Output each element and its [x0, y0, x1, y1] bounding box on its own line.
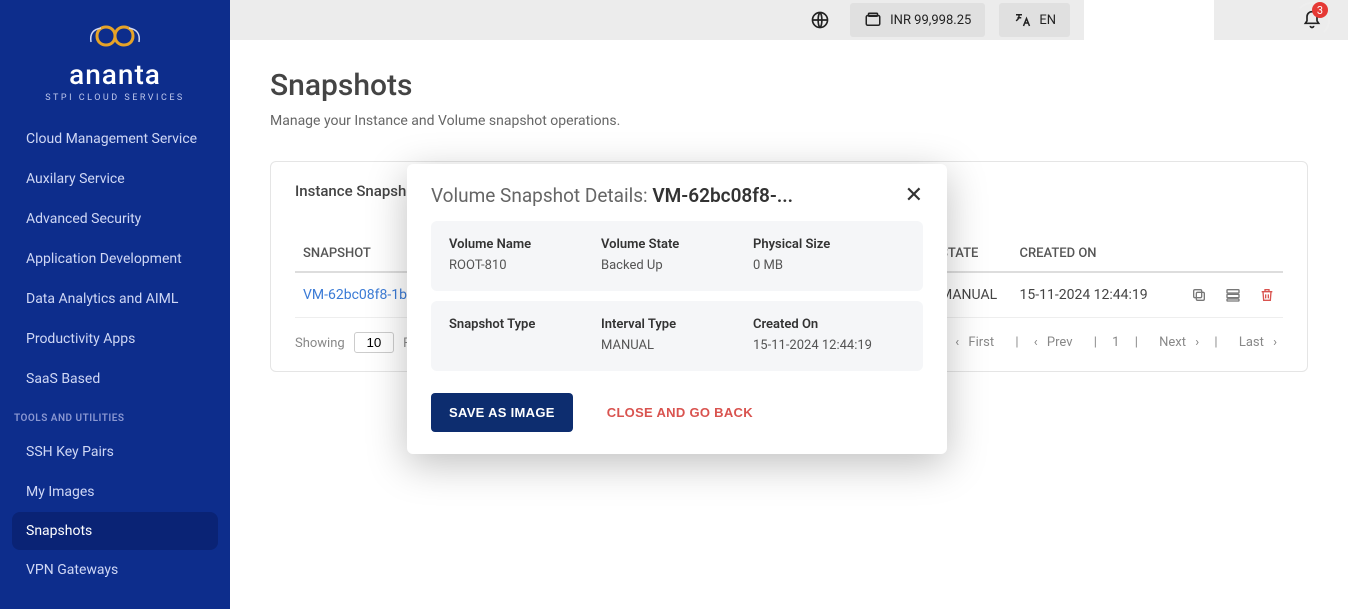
globe-icon[interactable]	[804, 4, 836, 36]
sidebar: ananta STPI CLOUD SERVICES Cloud Managem…	[0, 0, 230, 609]
sidebar-item-app-dev[interactable]: Application Development	[0, 239, 230, 279]
info-interval-type: Interval Type MANUAL	[601, 317, 753, 353]
modal-header: Volume Snapshot Details: VM-62bc08f8-...…	[431, 184, 923, 207]
info-volume-state: Volume State Backed Up	[601, 237, 753, 273]
pager-prev[interactable]: ‹ Prev	[1028, 335, 1085, 350]
notifications-badge: 3	[1312, 2, 1328, 18]
modal-title-prefix: Volume Snapshot Details:	[431, 184, 652, 207]
pager: ‹ First | ‹ Prev | 1 | Next › | Last ›	[949, 335, 1283, 350]
info-card-1: Volume Name ROOT-810 Volume State Backed…	[431, 221, 923, 291]
brand-logo: ananta STPI CLOUD SERVICES	[0, 16, 230, 103]
language-value: EN	[1039, 13, 1056, 28]
volume-snapshot-modal: Volume Snapshot Details: VM-62bc08f8-...…	[407, 164, 947, 454]
pager-next[interactable]: Next ›	[1147, 335, 1205, 350]
sidebar-item-data-analytics[interactable]: Data Analytics and AIML	[0, 279, 230, 319]
sidebar-item-snapshots[interactable]: Snapshots	[12, 512, 218, 550]
sidebar-item-cloud-mgmt[interactable]: Cloud Management Service	[0, 119, 230, 159]
sidebar-item-productivity[interactable]: Productivity Apps	[0, 319, 230, 359]
delete-icon[interactable]	[1259, 287, 1275, 303]
cell-created: 15-11-2024 12:44:19	[1012, 272, 1183, 318]
info-volume-name: Volume Name ROOT-810	[449, 237, 601, 273]
storage-icon[interactable]	[1225, 287, 1241, 303]
close-and-go-back-button[interactable]: CLOSE AND GO BACK	[601, 404, 759, 421]
row-actions	[1191, 287, 1275, 303]
modal-actions: SAVE AS IMAGE CLOSE AND GO BACK	[431, 393, 923, 432]
sidebar-item-my-images[interactable]: My Images	[0, 472, 230, 512]
balance-value: INR 99,998.25	[890, 13, 971, 28]
save-as-image-button[interactable]: SAVE AS IMAGE	[431, 393, 573, 432]
header-bar: INR 99,998.25 EN 3	[230, 0, 1348, 40]
sidebar-item-advanced-security[interactable]: Advanced Security	[0, 199, 230, 239]
pager-first[interactable]: ‹ First	[949, 335, 1006, 350]
sidebar-heading-tools: TOOLS AND UTILITIES	[0, 399, 230, 432]
sidebar-item-vpn-gateways[interactable]: VPN Gateways	[0, 550, 230, 590]
info-snapshot-type: Snapshot Type	[449, 317, 601, 353]
col-created-on: CREATED ON	[1012, 236, 1183, 272]
close-icon[interactable]: ✕	[905, 185, 923, 207]
info-created-on: Created On 15-11-2024 12:44:19	[753, 317, 905, 353]
page-subtitle: Manage your Instance and Volume snapshot…	[270, 113, 1308, 129]
page-title: Snapshots	[270, 68, 1308, 103]
brand-tagline: STPI CLOUD SERVICES	[0, 93, 230, 103]
sidebar-item-ssh-keypairs[interactable]: SSH Key Pairs	[0, 432, 230, 472]
info-physical-size: Physical Size 0 MB	[753, 237, 905, 273]
pager-last[interactable]: Last ›	[1227, 335, 1283, 350]
notifications-button[interactable]: 3	[1288, 0, 1336, 44]
info-card-2: Snapshot Type Interval Type MANUAL Creat…	[431, 301, 923, 371]
page-size-input[interactable]	[354, 332, 394, 353]
translate-icon	[1013, 11, 1031, 29]
balance-chip[interactable]: INR 99,998.25	[850, 3, 985, 37]
showing-label: Showing	[295, 336, 345, 351]
sidebar-item-saas-based[interactable]: SaaS Based	[0, 359, 230, 399]
modal-title-name: VM-62bc08f8-...	[652, 184, 793, 207]
modal-title: Volume Snapshot Details: VM-62bc08f8-...	[431, 184, 793, 207]
sidebar-item-auxilary[interactable]: Auxilary Service	[0, 159, 230, 199]
copy-icon[interactable]	[1191, 287, 1207, 303]
logo-mark	[77, 16, 153, 56]
language-chip[interactable]: EN	[999, 3, 1070, 37]
pager-page: 1	[1106, 335, 1125, 350]
wallet-icon	[864, 11, 882, 29]
col-actions	[1183, 236, 1283, 272]
brand-name: ananta	[0, 58, 230, 91]
